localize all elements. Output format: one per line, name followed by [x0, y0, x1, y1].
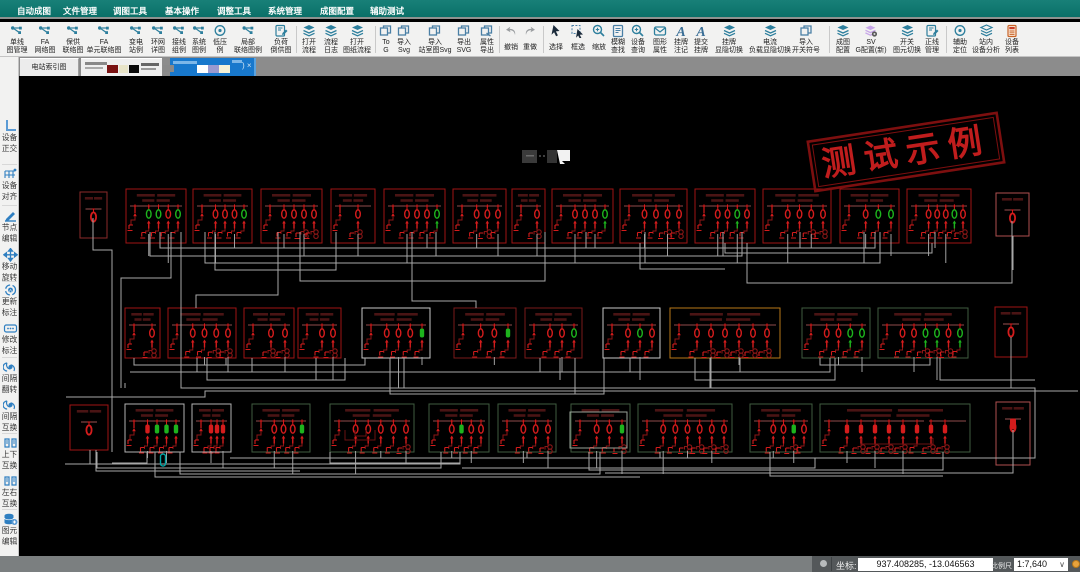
- svg-text:A: A: [695, 25, 705, 38]
- svg-text:A: A: [675, 25, 685, 38]
- svg-text:A: A: [8, 288, 11, 293]
